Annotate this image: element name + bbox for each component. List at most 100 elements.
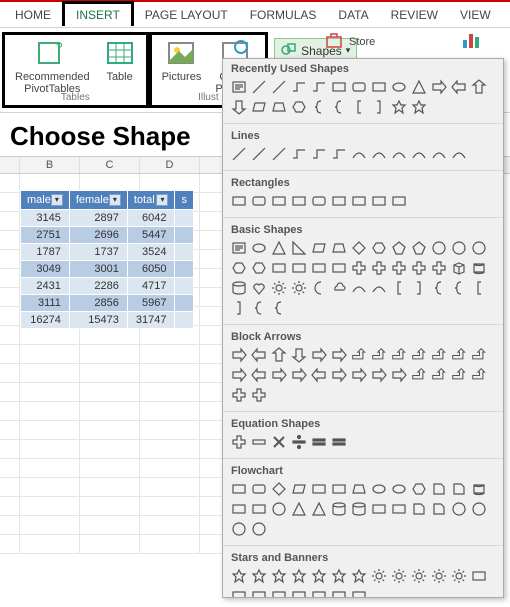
- shape-rect[interactable]: [309, 479, 329, 499]
- shape-rect[interactable]: [329, 586, 349, 598]
- shape-star[interactable]: [269, 566, 289, 586]
- shape-heart[interactable]: [249, 278, 269, 298]
- shape-plus[interactable]: [229, 385, 249, 405]
- shape-arrowD[interactable]: [229, 97, 249, 117]
- shape-hex[interactable]: [229, 258, 249, 278]
- shape-rect[interactable]: [389, 191, 409, 211]
- shape-bent[interactable]: [469, 365, 489, 385]
- shape-rect[interactable]: [289, 258, 309, 278]
- shape-hex[interactable]: [249, 258, 269, 278]
- shape-curve[interactable]: [409, 144, 429, 164]
- shape-conn[interactable]: [309, 144, 329, 164]
- table-row[interactable]: 243122864717: [21, 278, 194, 295]
- shape-rbr[interactable]: [369, 97, 389, 117]
- shape-oval[interactable]: [249, 238, 269, 258]
- th-total[interactable]: total▾: [127, 191, 175, 210]
- shape-rect[interactable]: [469, 566, 489, 586]
- filter-dropdown-icon[interactable]: ▾: [51, 194, 63, 206]
- shape-tri[interactable]: [309, 499, 329, 519]
- shape-sun[interactable]: [449, 566, 469, 586]
- shape-arrowR[interactable]: [229, 345, 249, 365]
- shape-star[interactable]: [349, 566, 369, 586]
- shape-eq[interactable]: [329, 432, 349, 452]
- shape-oval[interactable]: [389, 77, 409, 97]
- shape-doc[interactable]: [429, 479, 449, 499]
- shape-brace[interactable]: [269, 298, 289, 318]
- shape-arrowR[interactable]: [369, 365, 389, 385]
- shape-oval[interactable]: [369, 479, 389, 499]
- filter-dropdown-icon[interactable]: ▾: [109, 194, 121, 206]
- shape-star[interactable]: [309, 566, 329, 586]
- shape-rrect[interactable]: [309, 191, 329, 211]
- shape-cloud[interactable]: [329, 278, 349, 298]
- shape-arrowR[interactable]: [309, 345, 329, 365]
- shape-plus[interactable]: [229, 432, 249, 452]
- tab-pagelayout[interactable]: PAGE LAYOUT: [134, 4, 239, 26]
- shape-para[interactable]: [249, 97, 269, 117]
- shape-rect[interactable]: [349, 586, 369, 598]
- shape-mult[interactable]: [269, 432, 289, 452]
- shape-eq[interactable]: [309, 432, 329, 452]
- store-icon[interactable]: [325, 31, 343, 52]
- shape-arrowL[interactable]: [309, 365, 329, 385]
- shape-curve[interactable]: [389, 144, 409, 164]
- shape-hex[interactable]: [289, 97, 309, 117]
- shape-curve[interactable]: [349, 278, 369, 298]
- shape-plus[interactable]: [349, 258, 369, 278]
- shape-arrowL[interactable]: [449, 77, 469, 97]
- shape-diam[interactable]: [269, 479, 289, 499]
- shape-brace[interactable]: [329, 97, 349, 117]
- shape-rect[interactable]: [229, 191, 249, 211]
- shape-circ[interactable]: [229, 519, 249, 539]
- shape-conn[interactable]: [289, 77, 309, 97]
- shape-arrowD[interactable]: [289, 345, 309, 365]
- shape-circ[interactable]: [449, 499, 469, 519]
- shape-can[interactable]: [469, 479, 489, 499]
- shape-hex[interactable]: [369, 238, 389, 258]
- table-row[interactable]: 314528976042: [21, 210, 194, 227]
- shape-line[interactable]: [269, 77, 289, 97]
- shape-sun[interactable]: [269, 278, 289, 298]
- shape-bent[interactable]: [369, 345, 389, 365]
- shape-rect[interactable]: [369, 499, 389, 519]
- shape-cube[interactable]: [449, 258, 469, 278]
- shape-can[interactable]: [469, 258, 489, 278]
- shape-trap[interactable]: [329, 238, 349, 258]
- table-row[interactable]: 178717373524: [21, 244, 194, 261]
- shape-line[interactable]: [249, 77, 269, 97]
- shape-rect[interactable]: [269, 258, 289, 278]
- shape-circ[interactable]: [269, 499, 289, 519]
- shape-rect[interactable]: [389, 499, 409, 519]
- shape-cyl[interactable]: [329, 499, 349, 519]
- shape-arrowR[interactable]: [269, 365, 289, 385]
- shape-text[interactable]: [229, 77, 249, 97]
- shape-rect[interactable]: [329, 191, 349, 211]
- table-button[interactable]: Table: [100, 35, 140, 97]
- shape-flow1[interactable]: [229, 479, 249, 499]
- shape-line[interactable]: [269, 144, 289, 164]
- tab-formulas[interactable]: FORMULAS: [239, 4, 328, 26]
- shape-doc[interactable]: [449, 479, 469, 499]
- shape-curve[interactable]: [369, 278, 389, 298]
- shape-arrowU[interactable]: [269, 345, 289, 365]
- shape-brace[interactable]: [429, 278, 449, 298]
- shape-sun[interactable]: [389, 566, 409, 586]
- shape-arrowR[interactable]: [329, 345, 349, 365]
- shape-arrowL[interactable]: [249, 365, 269, 385]
- shape-rect[interactable]: [369, 191, 389, 211]
- shape-arrowR[interactable]: [329, 365, 349, 385]
- shape-moon[interactable]: [309, 278, 329, 298]
- shape-lbr[interactable]: [469, 278, 489, 298]
- shape-trap[interactable]: [349, 479, 369, 499]
- shape-cyl[interactable]: [229, 278, 249, 298]
- shape-star[interactable]: [409, 97, 429, 117]
- shape-tri[interactable]: [289, 499, 309, 519]
- shape-lbr[interactable]: [349, 97, 369, 117]
- shape-brace[interactable]: [249, 298, 269, 318]
- shape-rect[interactable]: [249, 499, 269, 519]
- shape-bent[interactable]: [409, 365, 429, 385]
- shape-curve[interactable]: [429, 144, 449, 164]
- shape-cyl[interactable]: [349, 499, 369, 519]
- shape-line[interactable]: [229, 144, 249, 164]
- shape-rtri[interactable]: [289, 238, 309, 258]
